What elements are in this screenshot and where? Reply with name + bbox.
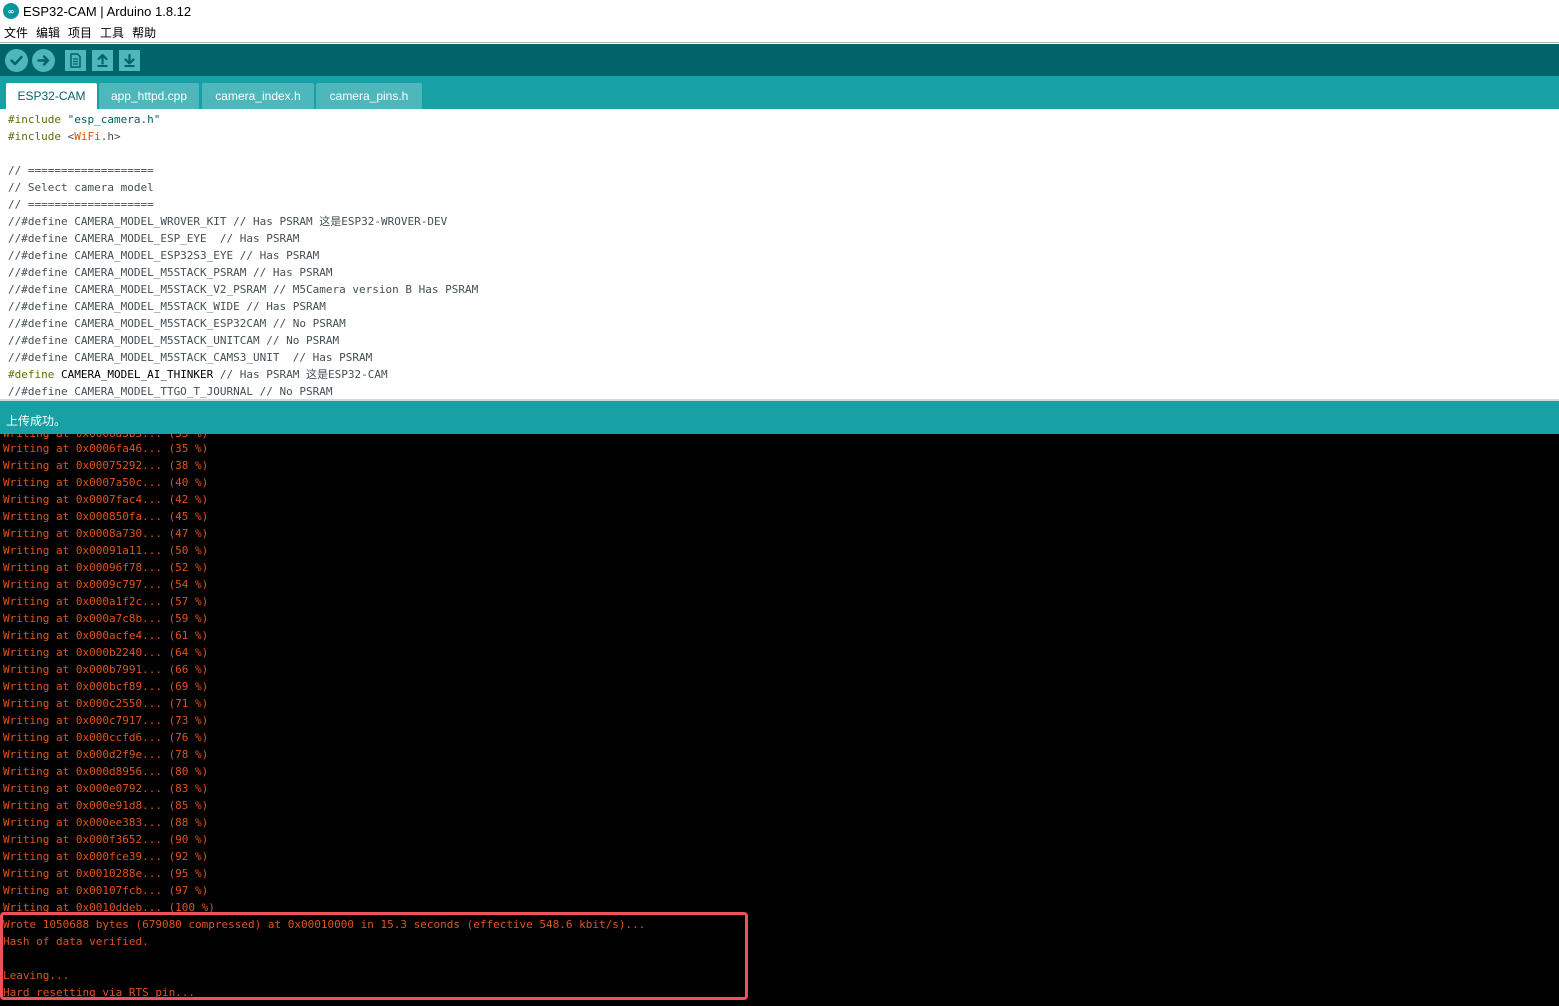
tab-app-httpd-cpp[interactable]: app_httpd.cpp <box>99 83 199 109</box>
code-line-active-define: #define CAMERA_MODEL_AI_THINKER // Has P… <box>8 366 388 383</box>
console-line: Writing at 0x000ee383... (88 %) <box>3 816 209 829</box>
keyword: #include <box>8 113 61 126</box>
string-literal: "esp_camera.h" <box>60 113 161 126</box>
console-line: Writing at 0x000e0792... (83 %) <box>3 782 209 795</box>
console-line: Writing at 0x00107fcb... (97 %) <box>3 884 209 897</box>
verify-button[interactable] <box>5 48 28 72</box>
menu-divider <box>0 42 1559 43</box>
macro-name: CAMERA_MODEL_AI_THINKER <box>54 368 214 381</box>
tab-bar: ESP32-CAM app_httpd.cpp camera_index.h c… <box>0 76 1559 109</box>
menu-sketch[interactable]: 项目 <box>64 24 96 41</box>
document-icon <box>70 52 81 68</box>
console-line: Writing at 0x000ccfd6... (76 %) <box>3 731 209 744</box>
arrow-up-icon <box>97 53 108 67</box>
library-name: WiFi <box>74 130 101 143</box>
console-line: Writing at 0x000b2240... (64 %) <box>3 646 209 659</box>
save-button[interactable] <box>119 49 140 71</box>
code-line: //#define CAMERA_MODEL_M5STACK_CAMS3_UNI… <box>8 351 373 364</box>
console-line: Writing at 0x000e91d8... (85 %) <box>3 799 209 812</box>
code-line: //#define CAMERA_MODEL_ESP32S3_EYE // Ha… <box>8 249 320 262</box>
console-line: Writing at 0x000a7c8b... (59 %) <box>3 612 209 625</box>
console-line: Writing at 0x00075292... (38 %) <box>3 459 209 472</box>
code-line: #include <WiFi.h> <box>8 128 121 145</box>
arrow-down-icon <box>124 53 135 67</box>
code-line: // =================== <box>8 198 154 211</box>
status-bar: 上传成功。 <box>0 401 1559 434</box>
console-line: Writing at 0x000f3652... (90 %) <box>3 833 209 846</box>
keyword: #define <box>8 368 55 381</box>
console-line: Writing at 0x000b7991... (66 %) <box>3 663 209 676</box>
new-button[interactable] <box>65 49 86 71</box>
menu-edit[interactable]: 编辑 <box>32 24 64 41</box>
console-line: Writing at 0x0009c797... (54 %) <box>3 578 209 591</box>
console-line: Writing at 0x000fce39... (92 %) <box>3 850 209 863</box>
code-line: //#define CAMERA_MODEL_M5STACK_WIDE // H… <box>8 300 326 313</box>
menu-tools[interactable]: 工具 <box>96 24 128 41</box>
console-line: Writing at 0x0007a50c... (40 %) <box>3 476 209 489</box>
console-line: Writing at 0x0010288e... (95 %) <box>3 867 209 880</box>
include-bracket: < <box>60 130 75 143</box>
upload-button[interactable] <box>32 48 55 72</box>
code-line: // =================== <box>8 164 154 177</box>
open-button[interactable] <box>92 49 113 71</box>
code-line: //#define CAMERA_MODEL_ESP_EYE // Has PS… <box>8 232 300 245</box>
console-line: Writing at 0x000c2550... (71 %) <box>3 697 209 710</box>
highlight-box <box>0 912 748 1000</box>
status-message: 上传成功。 <box>6 414 67 428</box>
title-bar: ∞ ESP32-CAM | Arduino 1.8.12 <box>0 0 1559 22</box>
console-line: Writing at 0x0006fa46... (35 %) <box>3 442 209 455</box>
console-line: Writing at 0x000850fa... (45 %) <box>3 510 209 523</box>
code-line: #include "esp_camera.h" <box>8 111 160 128</box>
arrow-right-icon <box>37 54 50 66</box>
code-line: //#define CAMERA_MODEL_M5STACK_V2_PSRAM … <box>8 283 479 296</box>
tab-camera-pins-h[interactable]: camera_pins.h <box>316 83 422 109</box>
tab-esp32-cam[interactable]: ESP32-CAM <box>6 83 97 109</box>
console-line: Writing at 0x000c7917... (73 %) <box>3 714 209 727</box>
console-output[interactable]: Writing at 0x0006a3b5... (33 %) Writing … <box>0 434 1559 1006</box>
code-line: //#define CAMERA_MODEL_WROVER_KIT // Has… <box>8 215 448 228</box>
code-editor[interactable]: #include "esp_camera.h" #include <WiFi.h… <box>0 109 1559 399</box>
code-line: //#define CAMERA_MODEL_TTGO_T_JOURNAL //… <box>8 385 333 398</box>
code-line: //#define CAMERA_MODEL_M5STACK_UNITCAM /… <box>8 334 340 347</box>
console-line: Writing at 0x000a1f2c... (57 %) <box>3 595 209 608</box>
console-line: Writing at 0x00096f78... (52 %) <box>3 561 209 574</box>
console-line: Writing at 0x00091a11... (50 %) <box>3 544 209 557</box>
window-title: ESP32-CAM | Arduino 1.8.12 <box>23 3 192 19</box>
code-comment: // Has PSRAM 这是ESP32-CAM <box>213 368 388 381</box>
console-line: Writing at 0x000d8956... (80 %) <box>3 765 209 778</box>
console-line: Writing at 0x0007fac4... (42 %) <box>3 493 209 506</box>
console-line: Writing at 0x000bcf89... (69 %) <box>3 680 209 693</box>
menu-file[interactable]: 文件 <box>0 24 32 41</box>
tab-camera-index-h[interactable]: camera_index.h <box>202 83 314 109</box>
toolbar <box>0 44 1559 76</box>
menu-help[interactable]: 帮助 <box>128 24 160 41</box>
console-line: Writing at 0x000acfe4... (61 %) <box>3 629 209 642</box>
menu-bar: 文件 编辑 项目 工具 帮助 <box>0 22 1559 42</box>
code-line: // Select camera model <box>8 181 154 194</box>
code-line: //#define CAMERA_MODEL_M5STACK_ESP32CAM … <box>8 317 346 330</box>
code-line: //#define CAMERA_MODEL_M5STACK_PSRAM // … <box>8 266 333 279</box>
check-icon <box>10 55 23 65</box>
keyword: #include <box>8 130 61 143</box>
console-line: Writing at 0x000d2f9e... (78 %) <box>3 748 209 761</box>
include-suffix: .h> <box>100 130 121 143</box>
arduino-logo-icon: ∞ <box>3 3 19 19</box>
console-line: Writing at 0x0008a730... (47 %) <box>3 527 209 540</box>
